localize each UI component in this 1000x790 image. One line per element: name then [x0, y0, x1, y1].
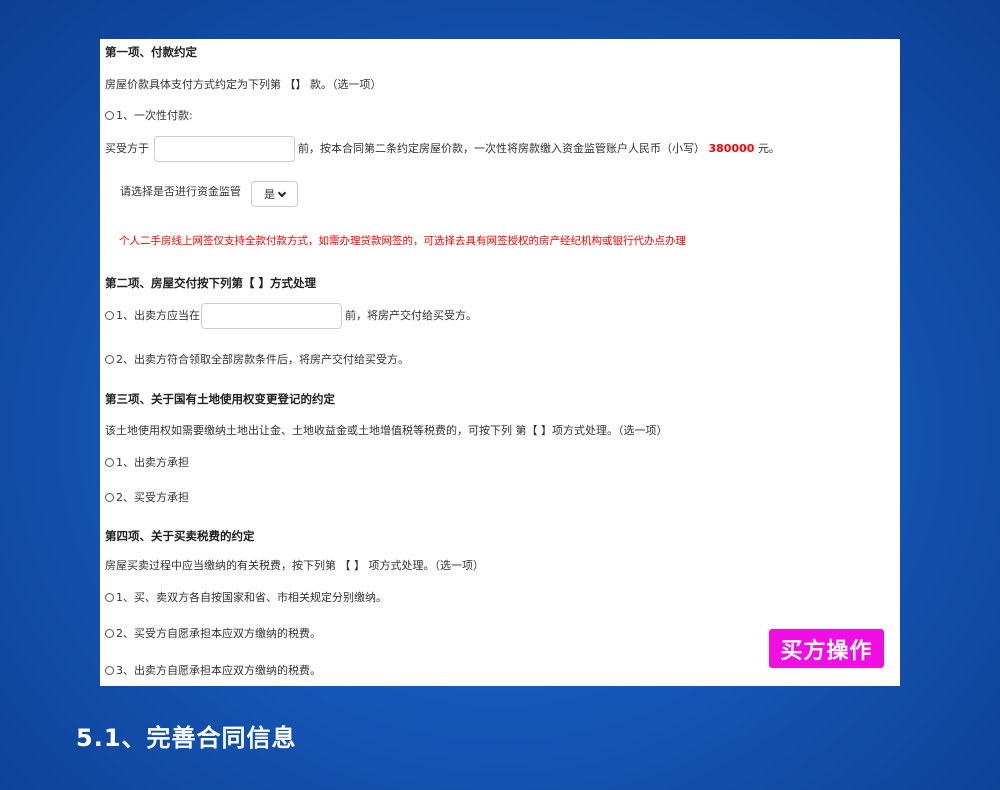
payee-prefix: 买受方于 [105, 142, 149, 155]
delivery-option-1[interactable]: 1、出卖方应当在 [105, 309, 200, 323]
section4-heading: 第四项、关于买卖税费的约定 [105, 529, 255, 543]
radio-icon[interactable] [105, 629, 114, 638]
radio-icon[interactable] [105, 493, 114, 502]
delivery-option-1-suffix: 前，将房产交付给买受方。 [345, 309, 477, 322]
land-option-1[interactable]: 1、出卖方承担 [105, 456, 189, 470]
radio-icon[interactable] [105, 593, 114, 602]
radio-icon[interactable] [105, 458, 114, 467]
payment-amount: 380000 [708, 142, 755, 155]
page-title: 5.1、完善合同信息 [76, 724, 297, 752]
delivery-option-2[interactable]: 2、出卖方符合领取全部房款条件后，将房产交付给买受方。 [105, 353, 409, 367]
payment-option-1[interactable]: 1、一次性付款: [105, 109, 193, 123]
delivery-option-2-label: 2、出卖方符合领取全部房款条件后，将房产交付给买受方。 [116, 353, 409, 366]
section1-heading: 第一项、付款约定 [105, 45, 197, 59]
currency-unit: 元。 [757, 142, 780, 155]
buyer-operation-badge: 买方操作 [769, 629, 884, 668]
delivery-date-input[interactable] [201, 303, 342, 329]
tax-option-3[interactable]: 3、出卖方自愿承担本应双方缴纳的税费。 [105, 664, 321, 678]
payee-suffix: 前，按本合同第二条约定房屋价款，一次性将房款缴入资金监管账户人民币（小写） [298, 142, 705, 155]
section3-heading: 第三项、关于国有土地使用权变更登记的约定 [105, 392, 335, 406]
radio-icon[interactable] [105, 311, 114, 320]
payment-option-1-label: 1、一次性付款: [116, 109, 193, 122]
land-option-2[interactable]: 2、买受方承担 [105, 491, 189, 505]
radio-icon[interactable] [105, 666, 114, 675]
supervision-select[interactable]: 是 [251, 181, 298, 207]
tax-option-2-label: 2、买受方自愿承担本应双方缴纳的税费。 [116, 627, 321, 640]
tax-option-3-label: 3、出卖方自愿承担本应双方缴纳的税费。 [116, 664, 321, 677]
land-option-2-label: 2、买受方承担 [116, 491, 189, 504]
online-signing-warning: 个人二手房线上网签仅支持全款付款方式，如需办理贷款网签的，可选择去具有网签授权的… [119, 235, 686, 247]
section1-intro: 房屋价款具体支付方式约定为下列第 【】 款。（选一项） [105, 78, 382, 91]
section2-heading: 第二项、房屋交付按下列第【 】方式处理 [105, 276, 317, 290]
payee-suffix-line: 前，按本合同第二条约定房屋价款，一次性将房款缴入资金监管账户人民币（小写） 38… [298, 142, 780, 156]
contract-panel: 第一项、付款约定 房屋价款具体支付方式约定为下列第 【】 款。（选一项） 1、一… [100, 39, 900, 686]
tax-option-1[interactable]: 1、买、卖双方各自按国家和省、市相关规定分别缴纳。 [105, 591, 387, 605]
delivery-option-1-prefix: 1、出卖方应当在 [116, 309, 200, 322]
section4-intro: 房屋买卖过程中应当缴纳的有关税费，按下列第 【 】 项方式处理。（选一项） [105, 559, 484, 572]
land-option-1-label: 1、出卖方承担 [116, 456, 189, 469]
radio-icon[interactable] [105, 355, 114, 364]
section3-intro: 该土地使用权如需要缴纳土地出让金、土地收益金或土地增值税等税费的，可按下列 第【… [105, 424, 668, 437]
tax-option-2[interactable]: 2、买受方自愿承担本应双方缴纳的税费。 [105, 627, 321, 641]
tax-option-1-label: 1、买、卖双方各自按国家和省、市相关规定分别缴纳。 [116, 591, 387, 604]
supervision-label: 请选择是否进行资金监管 [120, 185, 241, 198]
supervision-selected-value: 是 [264, 188, 275, 201]
chevron-down-icon [277, 188, 287, 197]
radio-icon[interactable] [105, 111, 114, 120]
payment-date-input[interactable] [154, 136, 295, 162]
